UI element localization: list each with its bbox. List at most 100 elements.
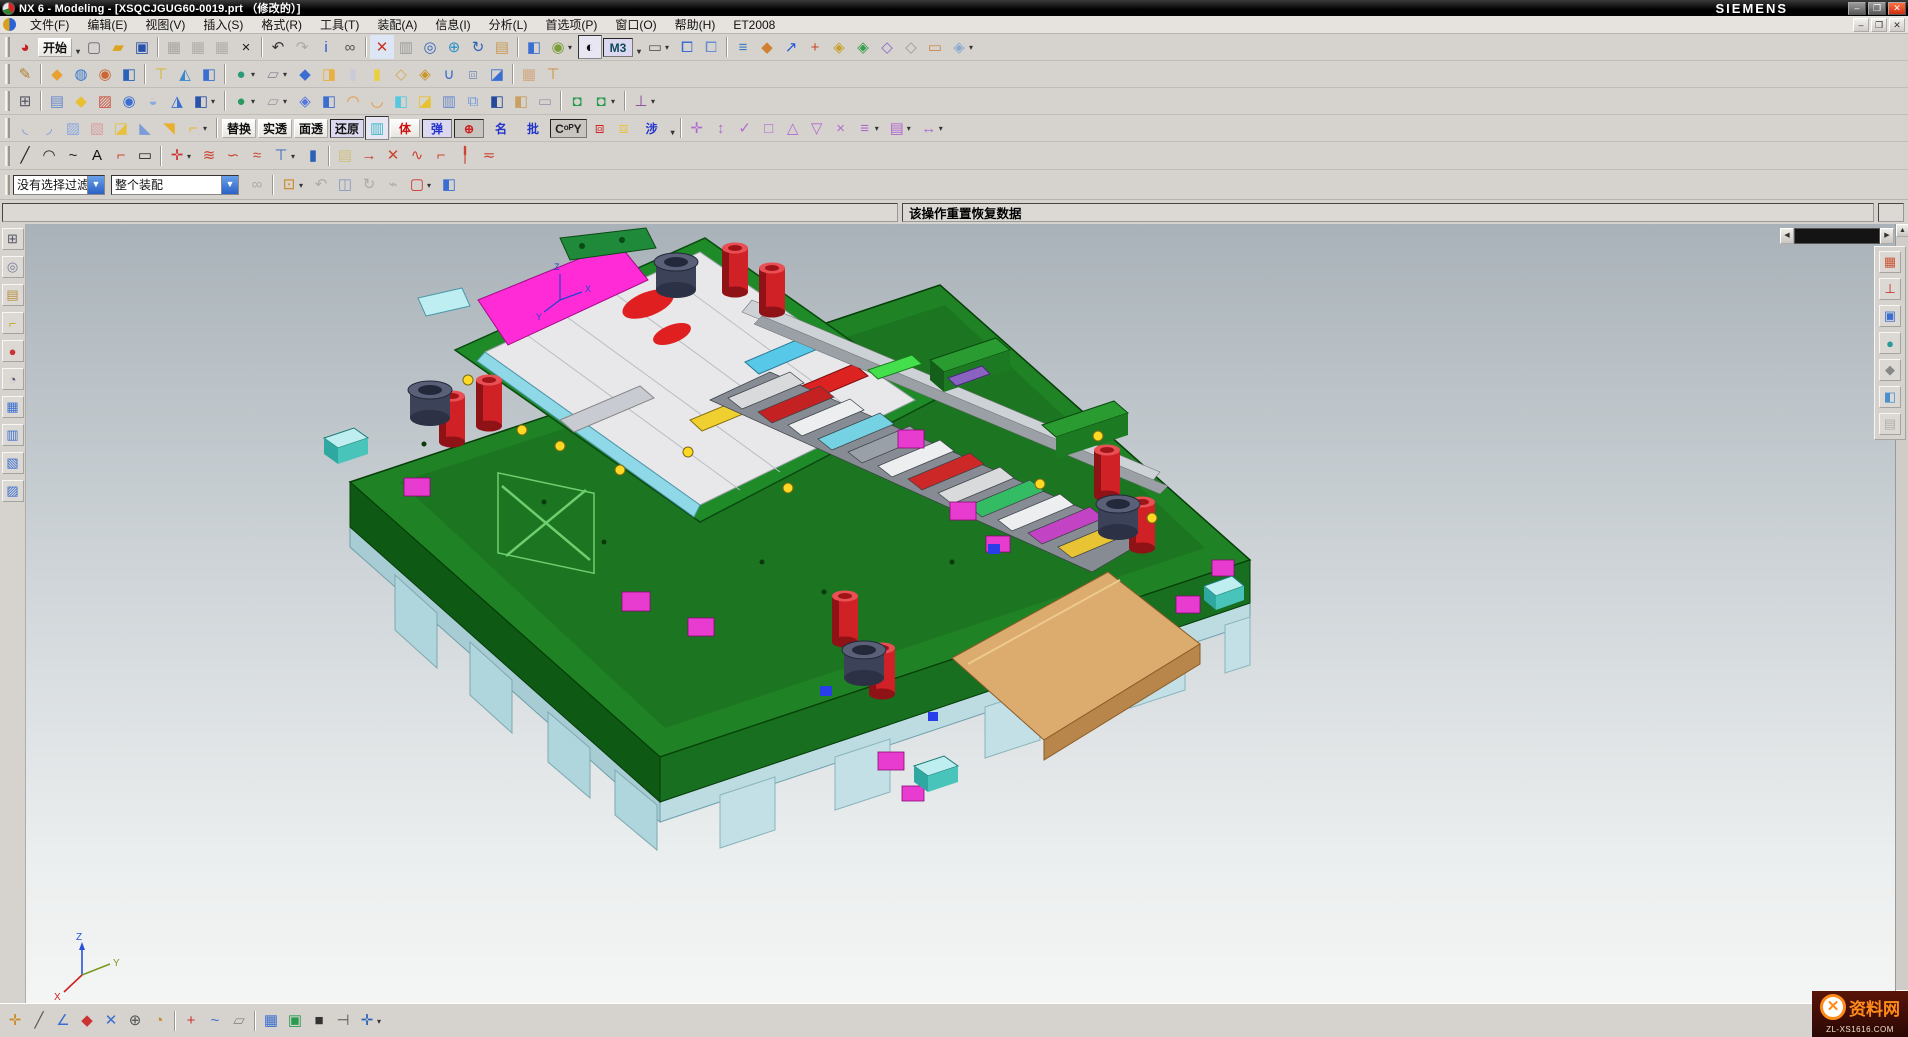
face-analysis-button[interactable]: ▦ xyxy=(1879,251,1901,273)
extrude-button[interactable]: ◆ xyxy=(45,62,69,86)
spring-button[interactable]: 弹 xyxy=(422,119,452,138)
open-file-button[interactable]: ▰ xyxy=(106,35,130,59)
m3-layer-button-dropdown-icon[interactable]: ▾ xyxy=(637,44,641,60)
lock-tool[interactable]: ■ xyxy=(307,1009,331,1033)
cylinder-constraint-button[interactable]: ▽ xyxy=(805,116,829,140)
point-on-curve-snap[interactable]: ~ xyxy=(203,1009,227,1033)
replace-button[interactable]: 替换 xyxy=(222,119,256,138)
pattern-face-button[interactable]: ⊤ xyxy=(541,62,565,86)
trim-curve3-button[interactable]: ≈ xyxy=(245,144,269,168)
palette2-tab[interactable]: ▥ xyxy=(2,424,24,446)
menu-insert[interactable]: 插入(S) xyxy=(194,17,252,33)
pin-tool-dropdown-icon[interactable]: ▾ xyxy=(377,1017,385,1026)
clip-section-button-dropdown-icon[interactable]: ▾ xyxy=(665,43,673,52)
mdi-close-button[interactable]: ✕ xyxy=(1889,18,1905,32)
menu-view[interactable]: 视图(V) xyxy=(136,17,194,33)
swoosh1-button[interactable]: ◠ xyxy=(341,89,365,113)
reuse-library-tab[interactable]: ⌐ xyxy=(2,312,24,334)
existing-point-snap[interactable]: + xyxy=(179,1009,203,1033)
spline-button[interactable]: ~ xyxy=(61,144,85,168)
palette4-tab[interactable]: ▨ xyxy=(2,480,24,502)
tube-button[interactable]: ◈ xyxy=(413,62,437,86)
datum-display-button[interactable]: ⊥ xyxy=(1879,278,1901,300)
diamond-outline-button[interactable]: ◇ xyxy=(875,35,899,59)
window-close-button[interactable]: ✕ xyxy=(370,35,394,59)
cube-button[interactable]: ◧ xyxy=(197,62,221,86)
menu-file[interactable]: 文件(F) xyxy=(21,17,78,33)
delete-button[interactable]: × xyxy=(234,35,258,59)
trim-body-button[interactable]: ◭ xyxy=(173,62,197,86)
component-squares-button[interactable]: ▤▾ xyxy=(885,116,909,140)
measure-distance-button[interactable]: ▭ xyxy=(923,35,947,59)
web-browser-tab[interactable]: ● xyxy=(2,340,24,362)
interference-button[interactable]: 涉▾ xyxy=(637,119,667,138)
undo-selection-button[interactable]: ↶ xyxy=(309,173,333,197)
green-pin-button[interactable]: ◘ xyxy=(565,89,589,113)
constrain-component-button[interactable]: △ xyxy=(781,116,805,140)
hd3d-button[interactable]: ▤ xyxy=(1879,413,1901,435)
flange-surface-button[interactable]: ◣ xyxy=(133,116,157,140)
split-cube-button[interactable]: ◧ xyxy=(389,89,413,113)
swoosh2-button[interactable]: ◡ xyxy=(365,89,389,113)
m3-layer-button[interactable]: M3▾ xyxy=(603,38,633,57)
point-button-dropdown-icon[interactable]: ▾ xyxy=(187,152,195,161)
constraint-drop-button-dropdown-icon[interactable]: ▾ xyxy=(651,97,659,106)
toolbar-grip[interactable] xyxy=(5,37,10,57)
gold-wedge-button[interactable]: ◪ xyxy=(413,89,437,113)
blue-cube2-button[interactable]: ◧ xyxy=(317,89,341,113)
gem-yellow-button[interactable]: ◆ xyxy=(69,89,93,113)
white-plane-button-dropdown-icon[interactable]: ▾ xyxy=(283,97,291,106)
clip-tool[interactable]: ▣ xyxy=(283,1009,307,1033)
line-button[interactable]: ╱ xyxy=(13,144,37,168)
component-dim-button-dropdown-icon[interactable]: ▾ xyxy=(939,124,947,133)
measure-more-button-dropdown-icon[interactable]: ▾ xyxy=(969,43,977,52)
find-button[interactable]: ∞ xyxy=(338,35,362,59)
trim-curve2-button[interactable]: ∽ xyxy=(221,144,245,168)
toolbar-grip[interactable] xyxy=(5,91,10,111)
more-shape-button[interactable]: ▦ xyxy=(517,62,541,86)
selection-filter-combo[interactable]: 没有选择过滤器 ▼ xyxy=(13,175,105,195)
information-button[interactable]: i xyxy=(314,35,338,59)
text-button[interactable]: A xyxy=(85,144,109,168)
move-component-button[interactable]: ✛ xyxy=(685,116,709,140)
clip-section-button[interactable]: ▭▾ xyxy=(643,35,667,59)
curve-wave-button[interactable]: ∿ xyxy=(405,144,429,168)
menu-analysis[interactable]: 分析(L) xyxy=(480,17,537,33)
ribbon-button-dropdown-icon[interactable]: ▾ xyxy=(203,124,211,133)
shell-button[interactable]: ⧈ xyxy=(461,62,485,86)
component-squares-button-dropdown-icon[interactable]: ▾ xyxy=(907,124,915,133)
model-views-button[interactable]: ▣ xyxy=(1879,305,1901,327)
wedge-pin-button[interactable]: ◮ xyxy=(165,89,189,113)
nx-logo-icon[interactable]: ◕ xyxy=(13,35,37,59)
rotate-disabled-button[interactable]: ↻ xyxy=(357,173,381,197)
shaded-display-button[interactable]: ◐ xyxy=(578,35,602,59)
boss-button[interactable]: ⊤ xyxy=(149,62,173,86)
blade-yellow-button[interactable]: ▮ xyxy=(365,62,389,86)
cube-drop-button[interactable]: ◧▾ xyxy=(189,89,213,113)
snap-point-toggle[interactable]: ✛ xyxy=(3,1009,27,1033)
plug-tool[interactable]: ⊣ xyxy=(331,1009,355,1033)
menu-assemblies[interactable]: 装配(A) xyxy=(368,17,426,33)
grid-snap[interactable]: ▦ xyxy=(259,1009,283,1033)
part-navigator-tab[interactable]: ▤ xyxy=(2,284,24,306)
fillet-button[interactable]: ⌐ xyxy=(109,144,133,168)
palette3-tab[interactable]: ▧ xyxy=(2,452,24,474)
selection-filter-dropdown-icon[interactable]: ▼ xyxy=(87,176,104,194)
green-cube-button-dropdown-icon[interactable]: ▾ xyxy=(251,97,259,106)
palette1-tab[interactable]: ▦ xyxy=(2,396,24,418)
curve-arrow-button[interactable]: → xyxy=(357,144,381,168)
graphics-viewport[interactable]: Z X Y Z Y X xyxy=(0,224,1908,1003)
lasso-button[interactable]: ▢▾ xyxy=(405,173,429,197)
history-tab[interactable]: ◔ xyxy=(2,368,24,390)
rendering-style-button[interactable]: ◉▾ xyxy=(546,35,570,59)
control-point-snap[interactable]: ◆ xyxy=(75,1009,99,1033)
plane-array-button[interactable]: ▤ xyxy=(45,89,69,113)
selection-scope-dropdown-icon[interactable]: ▼ xyxy=(221,176,238,194)
cascade-window-button[interactable]: ⧠ xyxy=(699,35,723,59)
batch-button[interactable]: 批 xyxy=(518,119,548,138)
measure-more-button[interactable]: ◈▾ xyxy=(947,35,971,59)
point-button[interactable]: ✛▾ xyxy=(165,144,189,168)
replace-component-button[interactable]: × xyxy=(829,116,853,140)
paste-button[interactable]: ▦ xyxy=(210,35,234,59)
rectangle-button[interactable]: ▭ xyxy=(133,144,157,168)
